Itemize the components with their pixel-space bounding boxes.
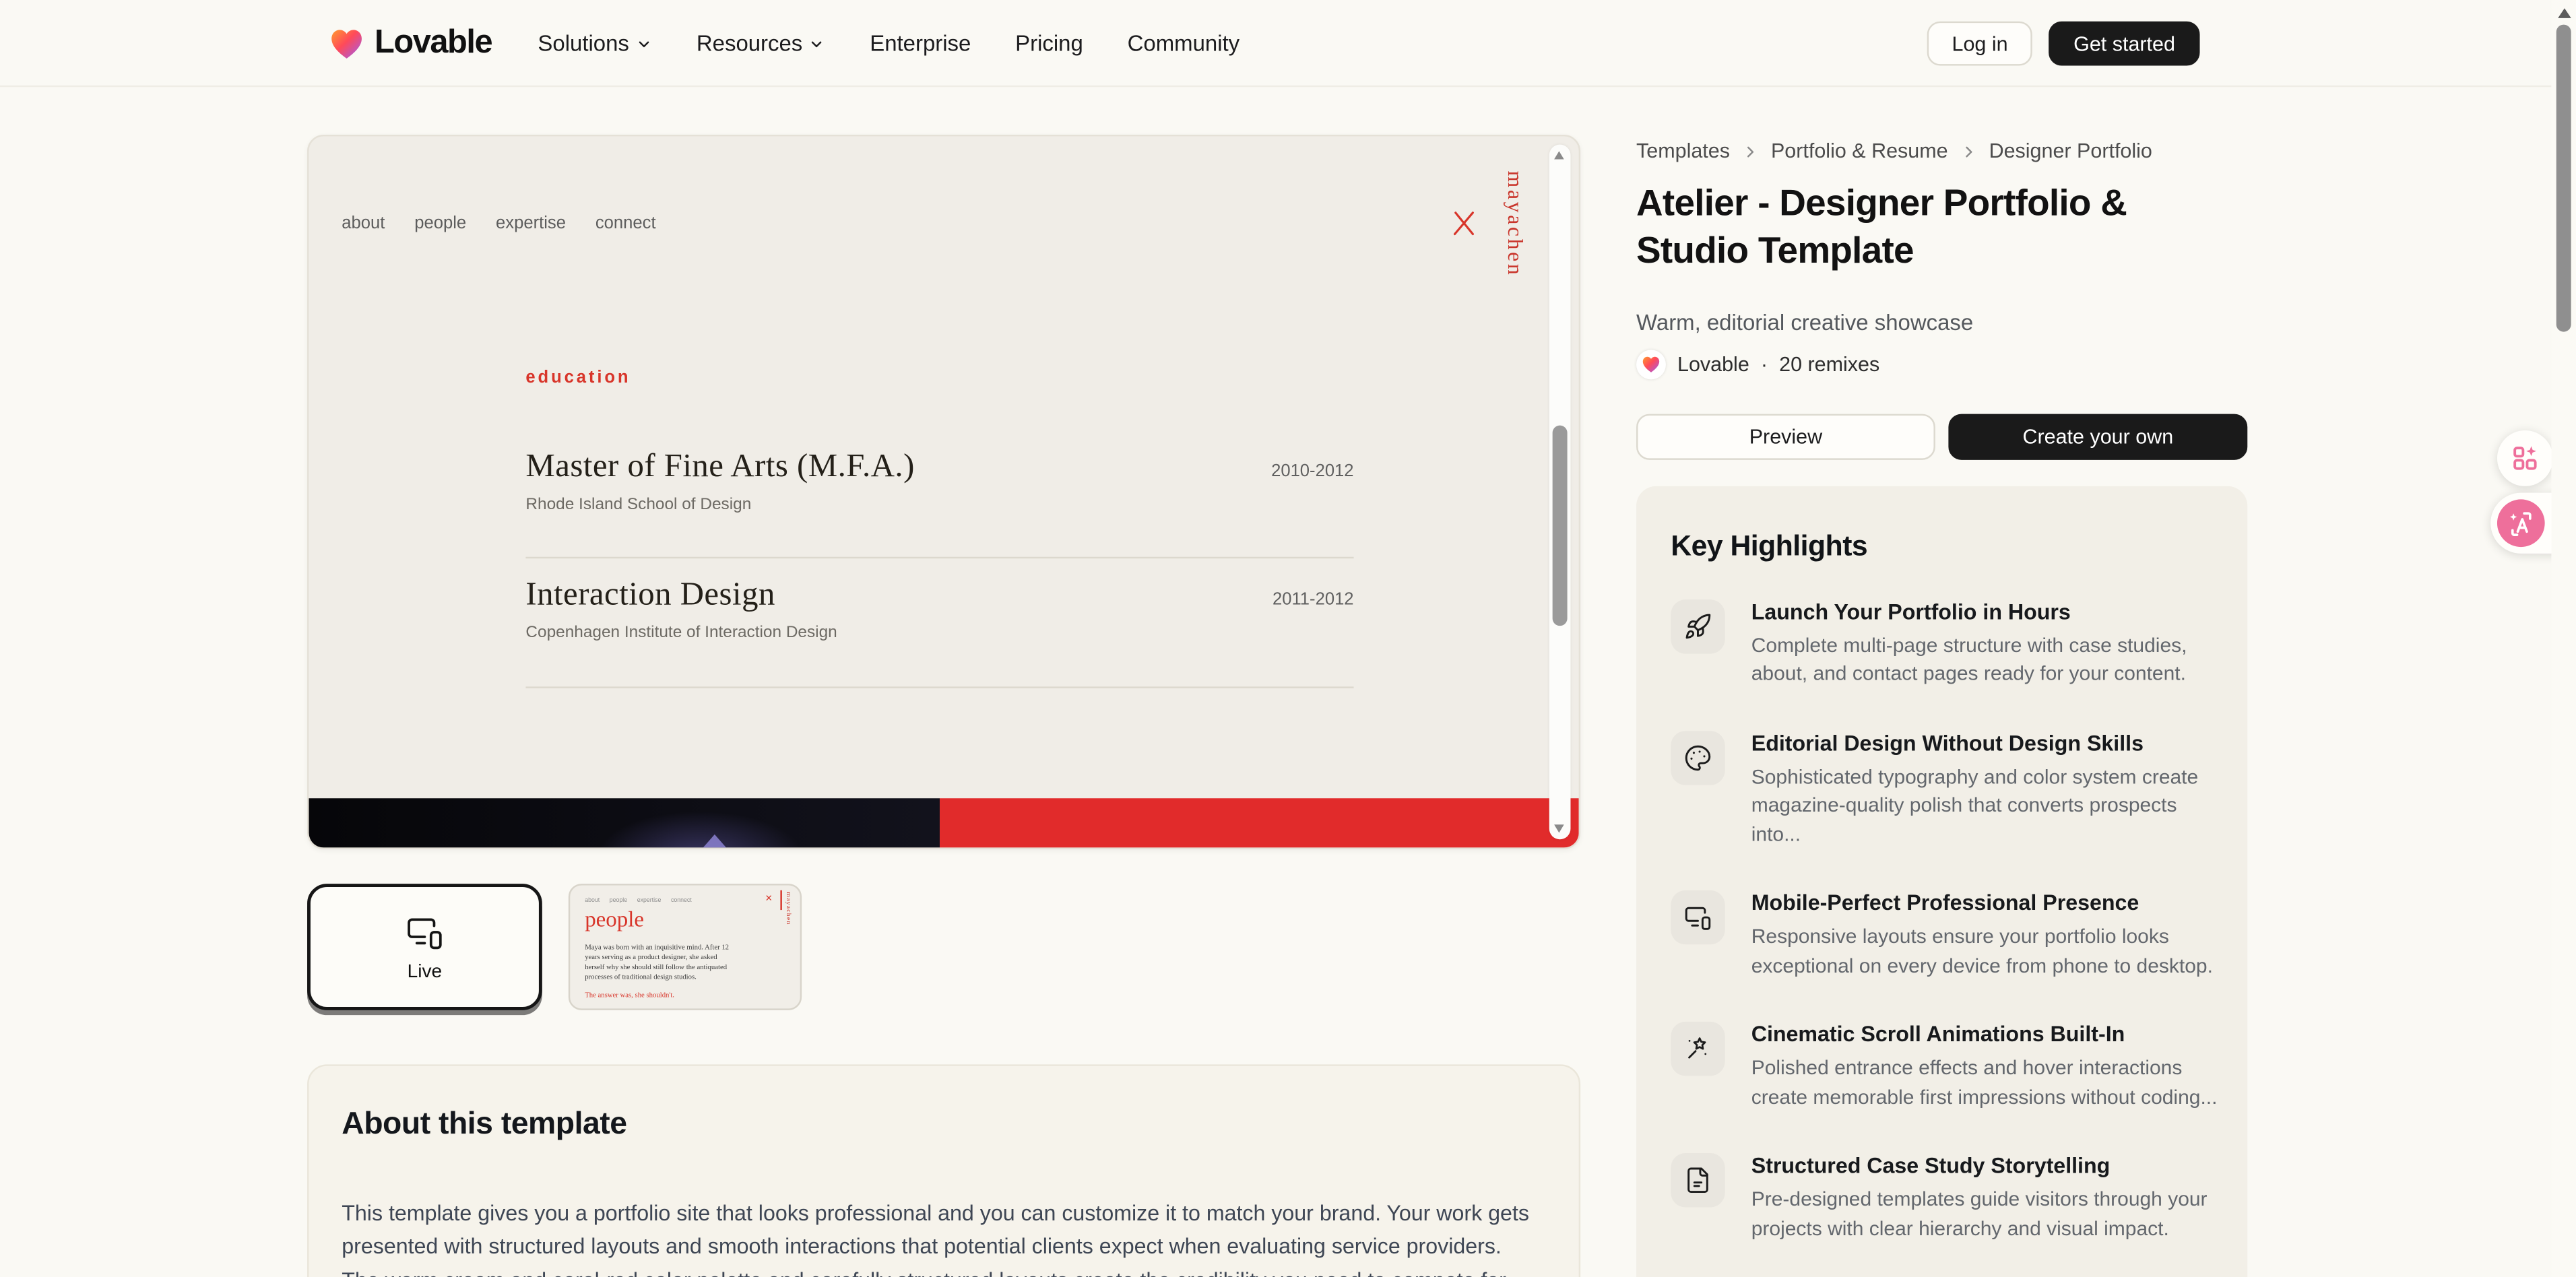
main-nav: Solutions Resources Enterprise Pricing C…	[538, 31, 1239, 56]
close-icon[interactable]	[1449, 209, 1479, 238]
highlight-desc: Responsive layouts ensure your portfolio…	[1751, 923, 2224, 981]
byline-separator: ·	[1761, 353, 1768, 376]
chevron-down-icon	[809, 36, 825, 53]
translate-icon	[2497, 499, 2545, 547]
highlight-title: Mobile-Perfect Professional Presence	[1751, 890, 2224, 915]
live-label: Live	[408, 962, 442, 981]
highlight-desc: Complete multi-page structure with case …	[1751, 632, 2224, 690]
degree-years: 2011-2012	[1273, 590, 1354, 610]
thumb-scroll-indicator	[779, 890, 782, 910]
lovable-heart-icon	[329, 26, 365, 62]
footer-dark-segment	[309, 798, 939, 847]
lovable-logo[interactable]: Lovable	[329, 25, 492, 63]
people-page-thumbnail[interactable]: about people expertise connect × mayache…	[569, 884, 802, 1010]
live-view-card[interactable]: Live	[307, 884, 542, 1010]
create-your-own-button[interactable]: Create your own	[1948, 414, 2247, 460]
thumb-highlight-text: The answer was, she shouldn't.	[585, 991, 674, 999]
highlight-title: Structured Case Study Storytelling	[1751, 1153, 2224, 1178]
highlight-title: Cinematic Scroll Animations Built-In	[1751, 1022, 2224, 1047]
about-template-card: About this template This template gives …	[307, 1064, 1580, 1277]
thumb-vertical-brand: mayachen	[785, 892, 794, 925]
apps-sparkle-widget-button[interactable]	[2497, 430, 2553, 486]
highlight-desc: Pre-designed templates guide visitors th…	[1751, 1186, 2224, 1243]
preview-button[interactable]: Preview	[1636, 414, 1935, 460]
page-scrollbar[interactable]	[2551, 0, 2576, 1277]
template-subtitle: Warm, editorial creative showcase	[1636, 310, 1973, 335]
breadcrumb-category[interactable]: Portfolio & Resume	[1771, 139, 1948, 162]
login-button[interactable]: Log in	[1927, 22, 2032, 66]
breadcrumb-templates[interactable]: Templates	[1636, 139, 1730, 162]
about-title: About this template	[342, 1107, 626, 1144]
nav-enterprise[interactable]: Enterprise	[870, 31, 971, 56]
scroll-up-arrow-icon[interactable]	[1554, 151, 1564, 159]
preview-scrollbar-thumb[interactable]	[1553, 426, 1568, 626]
preview-nav-connect[interactable]: connect	[595, 214, 656, 233]
devices-icon	[1671, 890, 1725, 944]
preview-site-nav: about people expertise connect	[342, 214, 655, 233]
degree-school: Copenhagen Institute of Interaction Desi…	[525, 624, 837, 643]
nav-resources[interactable]: Resources	[697, 31, 826, 56]
devices-icon	[406, 913, 443, 950]
thumb-close-icon: ×	[765, 894, 772, 905]
highlight-item: Launch Your Portfolio in Hours Complete …	[1671, 599, 2213, 690]
degree-title: Master of Fine Arts (M.F.A.)	[525, 449, 914, 486]
preview-nav-people[interactable]: people	[414, 214, 466, 233]
page-scrollbar-thumb[interactable]	[2556, 25, 2571, 332]
preview-footer-band	[309, 798, 1578, 847]
breadcrumb-current[interactable]: Designer Portfolio	[1989, 139, 2152, 162]
thumb-site-nav: about people expertise connect	[585, 897, 691, 904]
education-entry: Interaction Design 2011-2012	[525, 577, 1353, 614]
highlight-title: Editorial Design Without Design Skills	[1751, 731, 2224, 756]
education-entry: Master of Fine Arts (M.F.A.) 2010-2012	[525, 449, 1353, 486]
preview-scrollbar[interactable]	[1549, 145, 1571, 840]
highlight-desc: Polished entrance effects and hover inte…	[1751, 1055, 2224, 1112]
template-byline: Lovable · 20 remixes	[1636, 350, 1879, 379]
scroll-down-arrow-icon[interactable]	[1554, 824, 1564, 832]
breadcrumb: Templates Portfolio & Resume Designer Po…	[1636, 139, 2152, 162]
grid-sparkle-icon	[2509, 442, 2542, 475]
degree-school: Rhode Island School of Design	[525, 496, 751, 515]
highlight-item: Structured Case Study Storytelling Pre-d…	[1671, 1153, 2213, 1243]
nav-community[interactable]: Community	[1128, 31, 1239, 56]
page: Lovable Solutions Resources Enterprise P…	[0, 0, 2576, 1277]
top-navbar: Lovable Solutions Resources Enterprise P…	[0, 0, 2551, 87]
byline-remix-count: 20 remixes	[1779, 353, 1879, 376]
nav-solutions[interactable]: Solutions	[538, 31, 652, 56]
byline-author[interactable]: Lovable	[1677, 353, 1749, 376]
degree-years: 2010-2012	[1271, 461, 1353, 481]
palette-icon	[1671, 731, 1725, 785]
chevron-right-icon	[1741, 142, 1760, 160]
template-live-preview[interactable]: about people expertise connect mayachen …	[307, 135, 1580, 849]
degree-title: Interaction Design	[525, 577, 775, 614]
footer-red-segment	[940, 798, 1579, 847]
highlight-title: Launch Your Portfolio in Hours	[1751, 599, 2224, 624]
file-text-icon	[1671, 1153, 1725, 1207]
thumb-heading: people	[585, 907, 644, 933]
wand-sparkles-icon	[1671, 1022, 1725, 1076]
nav-pricing[interactable]: Pricing	[1015, 31, 1083, 56]
about-body: This template gives you a portfolio site…	[342, 1198, 1535, 1277]
thumb-body-text: Maya was born with an inquisitive mind. …	[585, 943, 736, 982]
footer-triangle-decor	[703, 834, 726, 848]
template-title: Atelier - Designer Portfolio & Studio Te…	[1636, 181, 2203, 275]
highlight-item: Mobile-Perfect Professional Presence Res…	[1671, 890, 2213, 981]
chevron-right-icon	[1960, 142, 1978, 160]
preview-section-label: education	[525, 368, 631, 387]
preview-vertical-brand: mayachen	[1502, 171, 1528, 277]
brand-name: Lovable	[375, 25, 492, 63]
preview-nav-expertise[interactable]: expertise	[496, 214, 566, 233]
chevron-down-icon	[636, 36, 652, 53]
rocket-icon	[1671, 599, 1725, 653]
preview-nav-about[interactable]: about	[342, 214, 385, 233]
key-highlights-panel: Key Highlights Launch Your Portfolio in …	[1636, 486, 2247, 1277]
divider	[525, 557, 1353, 558]
key-highlights-title: Key Highlights	[1636, 486, 2247, 564]
lovable-heart-icon	[1636, 350, 1666, 379]
highlight-item: Cinematic Scroll Animations Built-In Pol…	[1671, 1022, 2213, 1112]
highlight-desc: Sophisticated typography and color syste…	[1751, 764, 2224, 850]
get-started-button[interactable]: Get started	[2049, 22, 2200, 66]
highlight-item: Editorial Design Without Design Skills S…	[1671, 731, 2213, 849]
scroll-up-arrow-icon[interactable]	[2557, 8, 2571, 18]
divider	[525, 686, 1353, 688]
